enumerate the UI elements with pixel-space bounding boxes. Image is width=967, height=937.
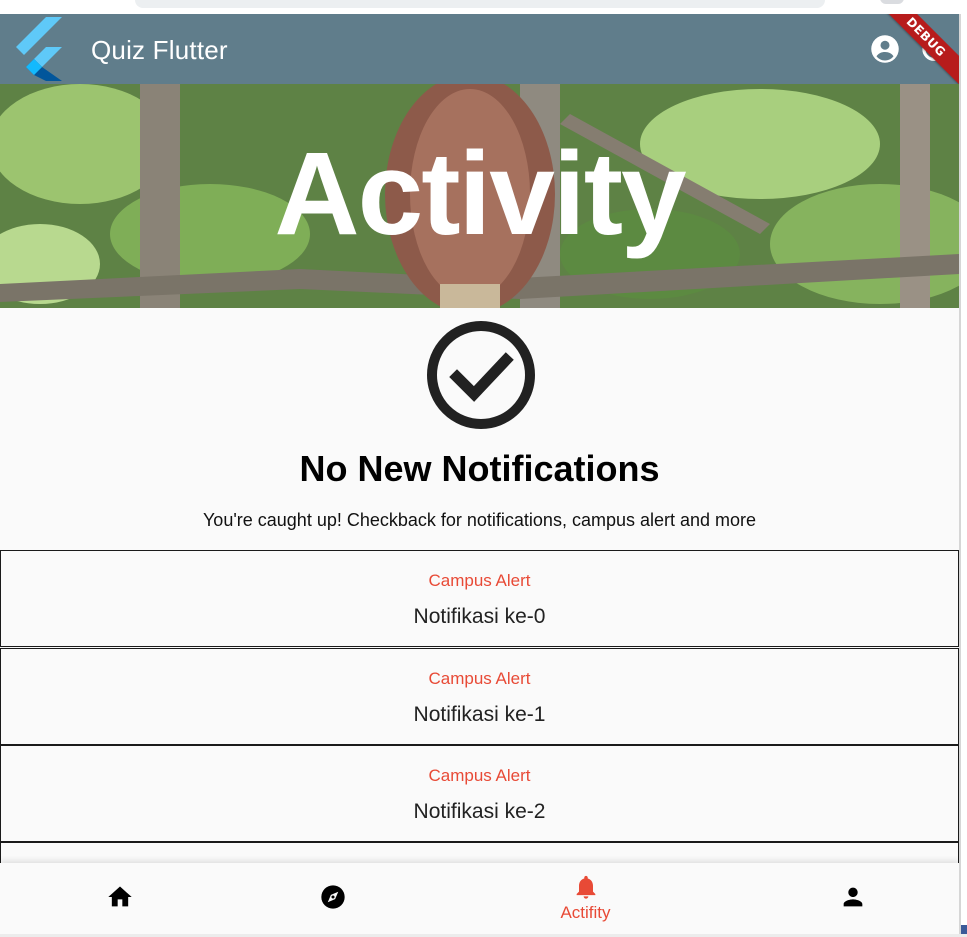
nav-home[interactable] <box>0 863 239 934</box>
person-icon <box>843 887 862 907</box>
notification-text: Notifikasi ke-2 <box>413 800 546 823</box>
window-right-edge <box>959 14 967 937</box>
app-window: Quiz Flutter DEBUG Activity No New Notif… <box>0 14 959 934</box>
explore-icon <box>320 885 345 909</box>
empty-state-message: You're caught up! Checkback for notifica… <box>202 510 757 530</box>
browser-top-strip <box>0 0 967 14</box>
nav-profile[interactable] <box>733 863 959 934</box>
notification-category: Campus Alert <box>428 766 531 785</box>
hero-banner: Activity <box>0 84 959 308</box>
flutter-logo-icon <box>16 17 62 81</box>
nav-activity[interactable]: Actifity <box>466 863 705 934</box>
notification-card[interactable]: Campus Alert Notifikasi ke-0 <box>0 550 959 647</box>
notification-category: Campus Alert <box>428 571 531 590</box>
home-icon <box>107 886 132 907</box>
notification-card[interactable]: Campus Alert Notifikasi ke-1 <box>0 648 959 745</box>
bottom-navigation: Actifity <box>0 863 959 934</box>
browser-address-bar[interactable] <box>135 0 825 8</box>
notification-card[interactable]: Campus Alert Notifikasi ke-2 <box>0 745 959 842</box>
nav-explore[interactable] <box>213 863 452 934</box>
notification-category: Campus Alert <box>428 669 531 688</box>
notification-text: Notifikasi ke-0 <box>413 605 546 628</box>
notification-text: Notifikasi ke-1 <box>413 703 546 726</box>
check-circle-icon <box>427 321 535 429</box>
account-circle-icon[interactable] <box>870 34 900 64</box>
nav-activity-label: Actifity <box>560 903 611 922</box>
bell-icon <box>576 875 595 899</box>
browser-control[interactable] <box>880 0 904 4</box>
empty-state-heading: No New Notifications <box>299 448 660 489</box>
app-bar: Quiz Flutter DEBUG <box>0 14 959 84</box>
hero-title: Activity <box>274 128 686 260</box>
app-title: Quiz Flutter <box>91 35 228 65</box>
